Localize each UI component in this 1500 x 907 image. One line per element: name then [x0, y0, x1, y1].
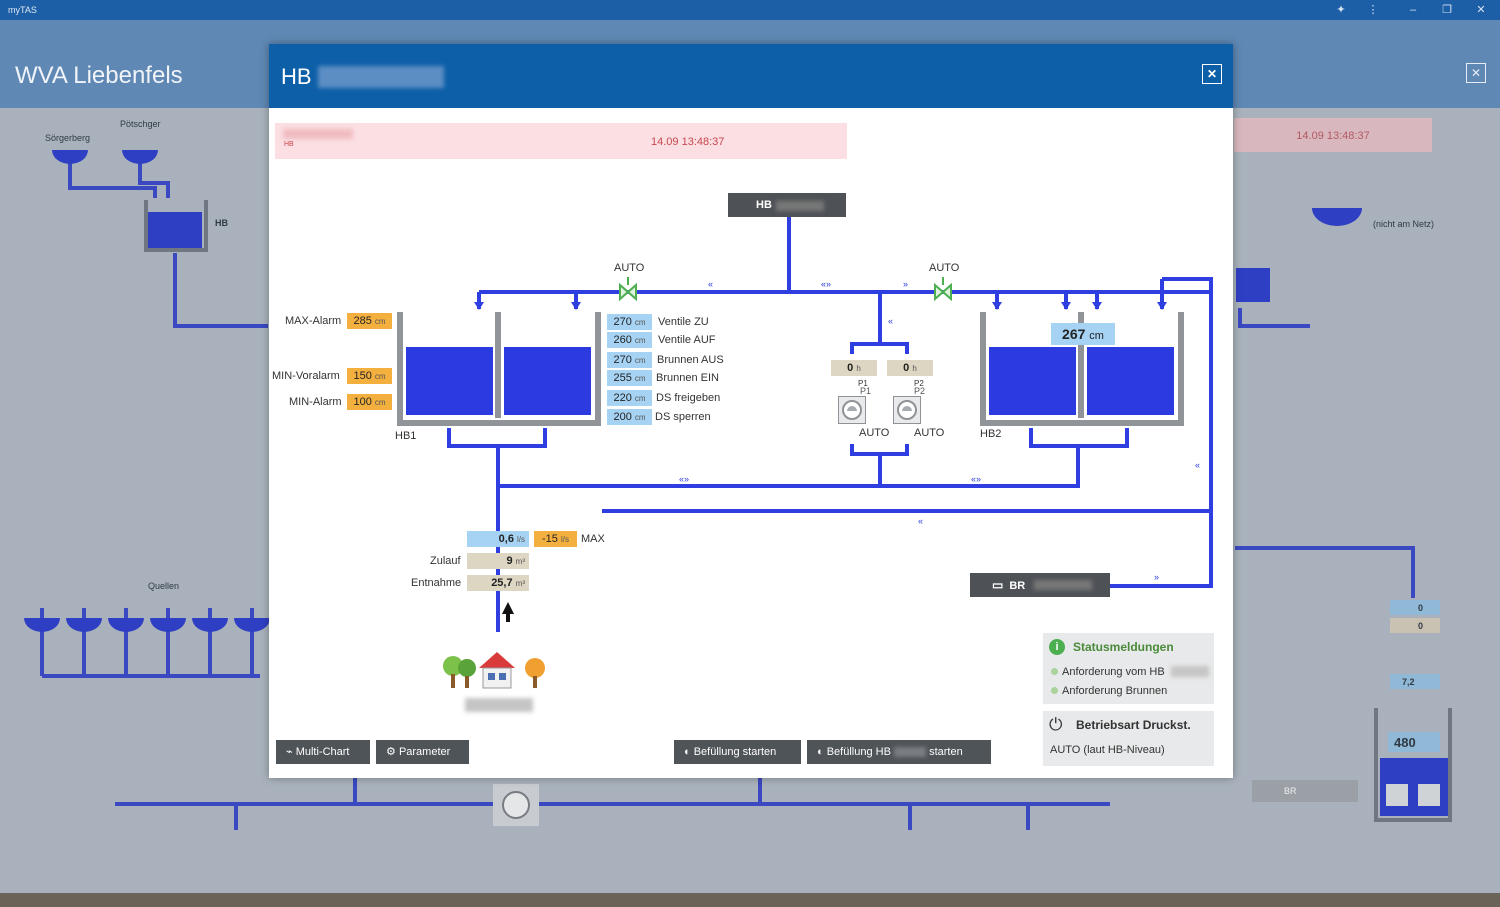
valve-right-mode: AUTO	[929, 262, 960, 274]
info-icon: i	[1049, 639, 1065, 655]
background-close-button[interactable]: ✕	[1466, 63, 1486, 83]
betriebsart-value: AUTO (laut HB-Niveau)	[1050, 744, 1165, 756]
status-panel: i Statusmeldungen Anforderung vom HB Anf…	[1043, 633, 1214, 704]
flow-max-label: MAX	[581, 533, 605, 545]
app-title: myTAS	[8, 5, 37, 15]
threshold-label: Brunnen AUS	[657, 354, 724, 366]
threshold-label: DS freigeben	[656, 392, 721, 404]
minimize-icon[interactable]: –	[1406, 3, 1420, 17]
valves	[619, 277, 952, 302]
threshold-value[interactable]: 220 cm	[607, 390, 652, 406]
svg-text:»: »	[1154, 572, 1159, 582]
restore-icon[interactable]: ❐	[1440, 3, 1454, 17]
threshold-value[interactable]: 255 cm	[607, 370, 652, 386]
threshold-value[interactable]: 200 cm	[607, 409, 652, 425]
background-label-quellen: Quellen	[148, 581, 180, 591]
status-title: Statusmeldungen	[1073, 640, 1174, 654]
pump-p1-hours: 0 h	[831, 360, 877, 376]
power-icon: ⏻	[1049, 715, 1063, 734]
toggle-icon: ◐	[817, 746, 824, 758]
detail-modal: HB ✕ HB 14.09 13:48:37 « «» » « «» «» « …	[269, 44, 1233, 778]
betriebsart-title: Betriebsart Druckst.	[1076, 718, 1191, 732]
monitor-icon: ▭	[992, 578, 1004, 592]
status-dot-icon	[1051, 668, 1058, 675]
svg-text:«: «	[708, 279, 713, 289]
background-label-hb: HB	[215, 218, 228, 228]
svg-text:«: «	[918, 516, 923, 526]
background-pressure-value: 7,2	[1402, 677, 1415, 687]
pump-p2-icon[interactable]	[893, 396, 921, 424]
br-label: BR	[1009, 580, 1026, 592]
app-titlebar: myTAS ✦ ⋮ – ❐ ✕	[0, 0, 1500, 20]
more-menu-icon[interactable]: ⋮	[1366, 3, 1380, 17]
entnahme-value: 25,7 m³	[467, 575, 529, 591]
threshold-label: MIN-Voralarm	[272, 370, 340, 382]
pump-p2-name: P2	[914, 379, 924, 388]
pump-p2-mode: AUTO	[914, 427, 945, 439]
water-fill	[406, 347, 1174, 415]
pump-p1-name: P1	[858, 379, 868, 388]
threshold-label: DS sperren	[655, 411, 711, 423]
zulauf-value: 9 m³	[467, 553, 529, 569]
status-item: Anforderung vom HB	[1062, 666, 1165, 678]
consumer-houses-icon	[443, 652, 545, 689]
threshold-value[interactable]: 285 cm	[347, 313, 392, 329]
pump-p1-icon[interactable]	[838, 396, 866, 424]
threshold-label: Ventile ZU	[658, 316, 709, 328]
flow-max-value[interactable]: -15 l/s	[534, 531, 577, 547]
zulauf-label: Zulauf	[430, 555, 461, 567]
background-label-soergerberg: Sörgerberg	[45, 133, 91, 143]
svg-text:«»: «»	[679, 474, 689, 484]
flow-value: 0,6 l/s	[467, 531, 529, 547]
valve-left-mode: AUTO	[614, 262, 645, 274]
background-title: WVA Liebenfels	[15, 62, 183, 89]
threshold-value[interactable]: 100 cm	[347, 394, 392, 410]
befuellung-starten-button[interactable]: ◐ Befüllung starten	[674, 740, 801, 764]
background-level-value: 480	[1394, 735, 1416, 750]
svg-text:»: »	[903, 279, 908, 289]
betriebsart-panel: ⏻ Betriebsart Druckst. AUTO (laut HB-Niv…	[1043, 711, 1214, 766]
gears-icon: ⚙	[386, 746, 396, 758]
chart-icon: ⌁	[286, 746, 293, 758]
hb2-level-value: 267 cm	[1051, 323, 1115, 345]
toggle-icon: ◐	[684, 746, 691, 758]
background-flow-value: 0	[1418, 603, 1424, 613]
hb2-label: HB2	[980, 428, 1002, 440]
threshold-value[interactable]: 270 cm	[607, 352, 652, 368]
status-dot-icon	[1051, 687, 1058, 694]
svg-text:«»: «»	[971, 474, 981, 484]
hb1-label: HB1	[395, 430, 417, 442]
background-label-poetschger: Pötschger	[120, 119, 161, 129]
entnahme-label: Entnahme	[411, 577, 462, 589]
threshold-label: Ventile AUF	[658, 334, 716, 346]
befuellung-hb-starten-button[interactable]: ◐ Befüllung HB starten	[807, 740, 991, 764]
svg-text:«: «	[888, 316, 893, 326]
background-label-br: BR	[1284, 786, 1297, 796]
background-footer	[0, 893, 1500, 907]
status-item: Anforderung Brunnen	[1062, 685, 1168, 697]
pump-p2-hours: 0 h	[887, 360, 933, 376]
threshold-value[interactable]: 270 cm	[607, 314, 652, 330]
threshold-value[interactable]: 150 cm	[347, 368, 392, 384]
top-hb-label: HB	[756, 199, 772, 211]
threshold-label: Brunnen EIN	[656, 372, 719, 384]
svg-text:«: «	[1195, 460, 1200, 470]
background-volume-value: 0	[1418, 621, 1424, 631]
threshold-label: MAX-Alarm	[285, 315, 342, 327]
extension-icon[interactable]: ✦	[1334, 3, 1348, 17]
svg-text:«»: «»	[821, 279, 831, 289]
threshold-value[interactable]: 260 cm	[607, 332, 652, 348]
pump-p1-mode: AUTO	[859, 427, 890, 439]
multi-chart-button[interactable]: ⌁ Multi-Chart	[276, 740, 370, 764]
threshold-label: MIN-Alarm	[289, 396, 342, 408]
background-label-not-connected: (nicht am Netz)	[1373, 219, 1435, 229]
close-window-icon[interactable]: ✕	[1474, 3, 1488, 17]
parameter-button[interactable]: ⚙ Parameter	[376, 740, 469, 764]
